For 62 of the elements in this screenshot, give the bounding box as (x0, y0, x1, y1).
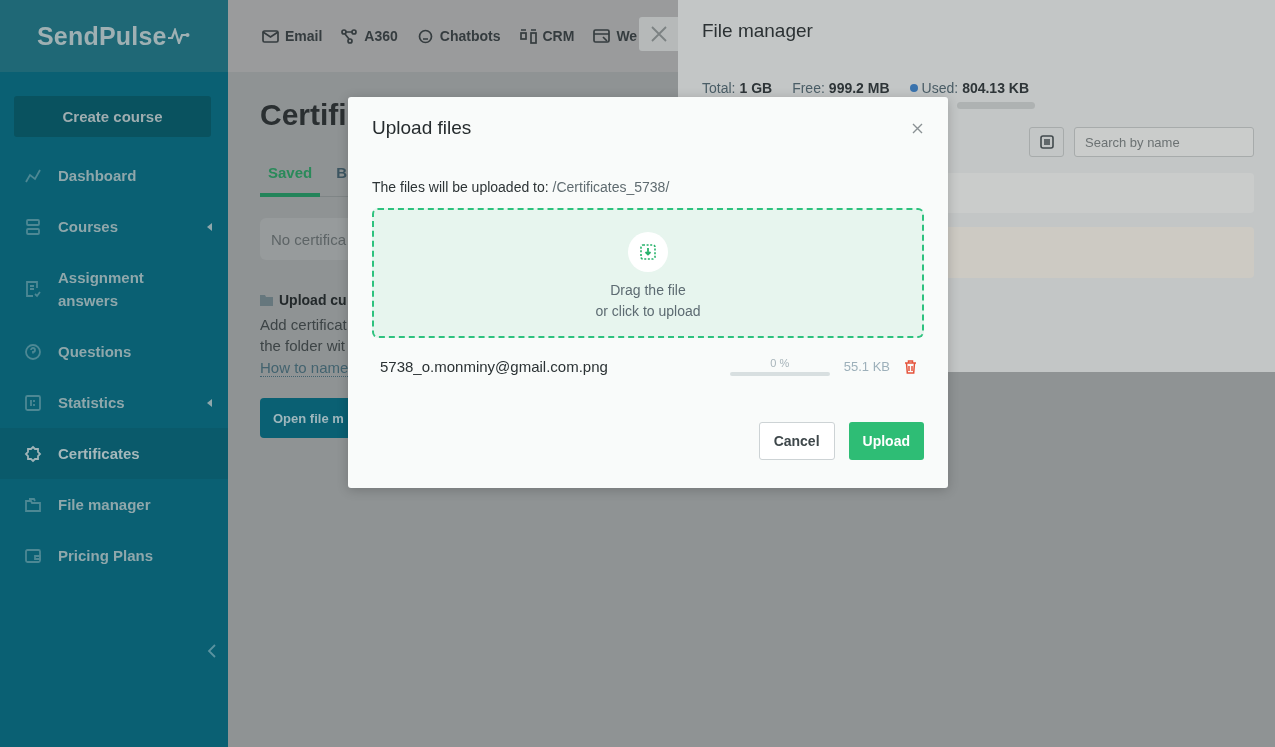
create-course-button[interactable]: Create course (14, 96, 211, 137)
stat-value: 804.13 KB (962, 80, 1030, 96)
destination-label: The files will be uploaded to: (372, 179, 549, 195)
stat-label: Total: (702, 80, 736, 96)
upload-button[interactable]: Upload (848, 422, 924, 460)
description-text: Add certificat (260, 319, 348, 330)
question-bubble-icon (24, 342, 42, 361)
top-nav-item[interactable]: A360 (341, 28, 398, 44)
nodes-icon (341, 28, 359, 44)
stack-icon (24, 217, 42, 236)
browser-icon (593, 28, 611, 44)
gear-icon (24, 444, 42, 463)
sidebar-item[interactable]: Questions (0, 326, 228, 377)
wallet-icon (24, 546, 42, 565)
progress-text: 0 % (770, 357, 790, 370)
grid-icon (24, 393, 42, 412)
search-field[interactable]: Search by name (1074, 127, 1254, 157)
top-nav-item[interactable]: We (593, 28, 638, 44)
sidebar-item[interactable]: Certificates (0, 428, 228, 479)
close-icon (650, 26, 667, 42)
top-nav-item[interactable]: Email (262, 28, 323, 44)
panel-title: File manager (702, 20, 814, 42)
caret-icon (207, 398, 212, 407)
stat-value: 1 GB (739, 80, 773, 96)
stat-label: Used: (921, 80, 959, 96)
stat-value: 999.2 MB (828, 80, 890, 96)
chat-bubble-icon (416, 28, 434, 44)
stat-label: Free: (792, 80, 825, 96)
list-view-button[interactable] (1029, 127, 1064, 157)
top-nav-item[interactable]: Chatbots (416, 28, 501, 44)
sidebar-item[interactable]: File manager (0, 479, 228, 530)
list-icon (1039, 135, 1054, 149)
document-check-icon (24, 280, 42, 298)
page-title: Certifi (260, 98, 348, 133)
section-heading: Upload cu (279, 292, 347, 308)
logo-text[interactable]: SendPulse (37, 21, 167, 51)
top-nav-item[interactable]: CRM (519, 28, 575, 44)
file-name: 5738_o.monminy@gmail.com.png (380, 358, 609, 375)
caret-icon (207, 222, 212, 231)
description-text: the folder wit (260, 340, 347, 351)
sidebar-item[interactable]: Assignment answers (0, 252, 228, 326)
drop-zone-text: Drag the file (610, 281, 686, 300)
folder-icon (260, 294, 273, 306)
sidebar-item[interactable]: Statistics (0, 377, 228, 428)
drop-zone-text: or click to upload (595, 302, 701, 321)
file-size: 55.1 KB (843, 359, 890, 374)
cancel-button[interactable]: Cancel (758, 422, 835, 460)
close-button[interactable] (639, 17, 678, 51)
destination-path: /Certificates_5738/ (552, 179, 670, 195)
envelope-icon (262, 28, 279, 44)
drop-zone[interactable]: Drag the file or click to upload (372, 208, 924, 338)
sidebar-item[interactable]: Pricing Plans (0, 530, 228, 581)
upload-circle-icon (628, 232, 668, 272)
folders-icon (24, 495, 42, 514)
sidebar-item[interactable]: Courses (0, 201, 228, 252)
columns-icon (519, 28, 537, 44)
trash-icon[interactable] (904, 359, 917, 374)
sidebar-item[interactable]: Dashboard (0, 150, 228, 201)
close-icon[interactable] (912, 122, 923, 134)
dialog-title: Upload files (372, 117, 472, 139)
collapse-chevron-icon[interactable] (207, 644, 216, 658)
pulse-logo-icon (167, 28, 190, 44)
